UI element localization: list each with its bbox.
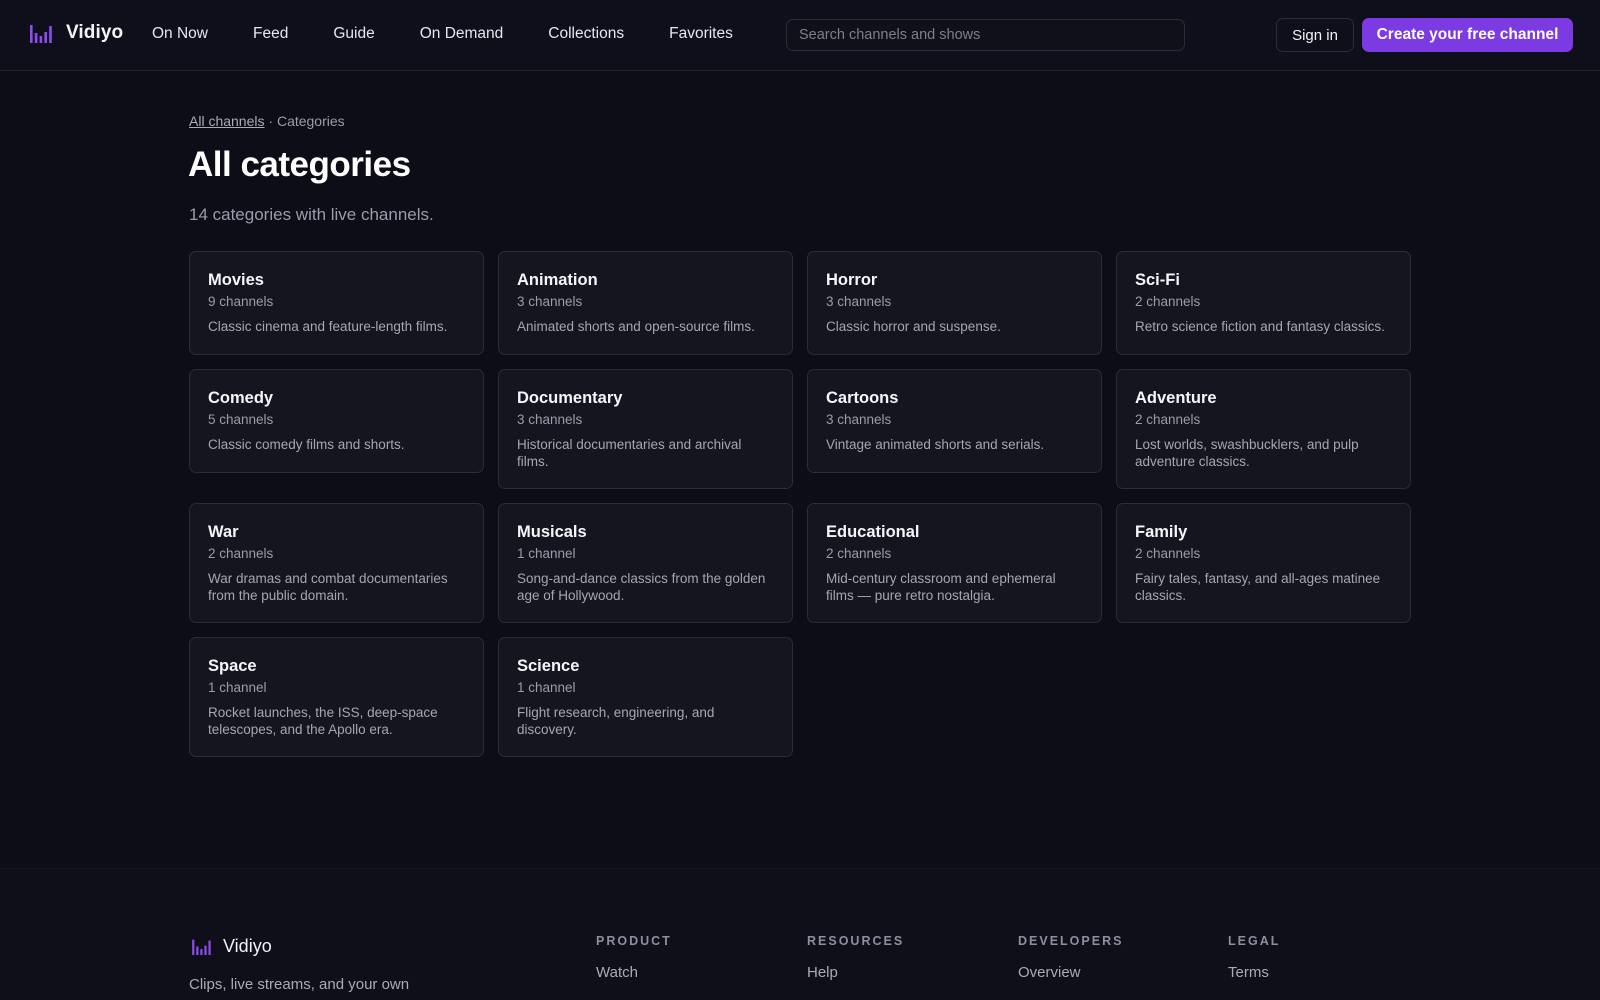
category-description: Animated shorts and open-source films. bbox=[517, 319, 755, 334]
nav-guide[interactable]: Guide bbox=[333, 25, 374, 43]
category-description: Flight research, engineering, and discov… bbox=[517, 705, 715, 737]
footer-link-terms[interactable]: Terms bbox=[1228, 964, 1280, 981]
category-description: Vintage animated shorts and serials. bbox=[826, 437, 1045, 452]
category-description: Classic comedy films and shorts. bbox=[208, 437, 405, 452]
category-title: Educational bbox=[826, 523, 920, 541]
category-channel-count: 3 channels bbox=[826, 294, 892, 309]
category-title: War bbox=[208, 523, 239, 541]
main-nav: On Now Feed Guide On Demand Collections … bbox=[152, 25, 778, 43]
footer-column-resources: RESOURCES Help bbox=[807, 934, 904, 981]
equalizer-bars-icon bbox=[30, 25, 52, 43]
category-card-science[interactable]: Science 1 channel Flight research, engin… bbox=[498, 637, 793, 757]
brand-home-link[interactable]: Vidiyo bbox=[30, 22, 123, 44]
breadcrumb-current: Categories bbox=[276, 113, 345, 129]
nav-collections[interactable]: Collections bbox=[548, 25, 624, 43]
create-channel-button[interactable]: Create your free channel bbox=[1362, 18, 1573, 52]
breadcrumb-all-channels-link[interactable]: All channels bbox=[189, 113, 265, 129]
category-description: Song-and-dance classics from the golden … bbox=[517, 571, 766, 603]
category-channel-count: 9 channels bbox=[208, 294, 274, 309]
category-channel-count: 2 channels bbox=[1135, 294, 1201, 309]
category-grid: Movies 9 channels Classic cinema and fea… bbox=[189, 251, 1411, 757]
footer-heading: RESOURCES bbox=[807, 934, 905, 948]
category-card-movies[interactable]: Movies 9 channels Classic cinema and fea… bbox=[189, 251, 484, 355]
footer-column-legal: LEGAL Terms bbox=[1228, 934, 1280, 981]
nav-favorites[interactable]: Favorites bbox=[669, 25, 733, 43]
category-card-horror[interactable]: Horror 3 channels Classic horror and sus… bbox=[807, 251, 1102, 355]
site-footer: Vidiyo Clips, live streams, and your own… bbox=[0, 868, 1600, 1000]
footer-brand-name: Vidiyo bbox=[223, 936, 272, 956]
page-title: All categories bbox=[188, 145, 411, 184]
nav-on-demand[interactable]: On Demand bbox=[420, 25, 504, 43]
page-subtitle: 14 categories with live channels. bbox=[189, 205, 434, 224]
search-input[interactable] bbox=[799, 27, 1184, 43]
footer-link-help[interactable]: Help bbox=[807, 964, 904, 981]
category-title: Comedy bbox=[208, 389, 274, 407]
footer-column-developers: DEVELOPERS Overview bbox=[1018, 934, 1123, 981]
category-description: Retro science fiction and fantasy classi… bbox=[1135, 319, 1385, 334]
footer-tagline: Clips, live streams, and your own bbox=[189, 976, 410, 993]
category-description: Rocket launches, the ISS, deep-space tel… bbox=[208, 705, 438, 737]
category-card-sci-fi[interactable]: Sci-Fi 2 channels Retro science fiction … bbox=[1116, 251, 1411, 355]
sign-in-button[interactable]: Sign in bbox=[1276, 18, 1354, 52]
category-channel-count: 3 channels bbox=[517, 294, 583, 309]
category-title: Musicals bbox=[517, 523, 587, 541]
category-title: Sci-Fi bbox=[1135, 271, 1180, 289]
category-channel-count: 5 channels bbox=[208, 412, 274, 427]
footer-link-watch[interactable]: Watch bbox=[596, 964, 672, 981]
category-card-comedy[interactable]: Comedy 5 channels Classic comedy films a… bbox=[189, 369, 484, 473]
brand-name: Vidiyo bbox=[66, 22, 124, 43]
category-channel-count: 2 channels bbox=[208, 546, 274, 561]
nav-feed[interactable]: Feed bbox=[253, 25, 288, 43]
category-card-space[interactable]: Space 1 channel Rocket launches, the ISS… bbox=[189, 637, 484, 757]
category-card-adventure[interactable]: Adventure 2 channels Lost worlds, swashb… bbox=[1116, 369, 1411, 489]
footer-column-product: PRODUCT Watch bbox=[596, 934, 672, 981]
category-description: War dramas and combat documentaries from… bbox=[208, 571, 448, 603]
category-channel-count: 2 channels bbox=[1135, 412, 1201, 427]
category-title: Adventure bbox=[1135, 389, 1217, 407]
category-title: Space bbox=[208, 657, 257, 675]
breadcrumb: All channels · Categories bbox=[189, 113, 345, 129]
category-description: Classic horror and suspense. bbox=[826, 319, 1001, 334]
category-title: Cartoons bbox=[826, 389, 899, 407]
category-card-war[interactable]: War 2 channels War dramas and combat doc… bbox=[189, 503, 484, 623]
footer-link-overview[interactable]: Overview bbox=[1018, 964, 1123, 981]
category-description: Historical documentaries and archival fi… bbox=[517, 437, 742, 469]
category-channel-count: 1 channel bbox=[517, 546, 576, 561]
top-navigation-bar: Vidiyo On Now Feed Guide On Demand Colle… bbox=[0, 0, 1600, 71]
category-channel-count: 1 channel bbox=[208, 680, 267, 695]
footer-brand[interactable]: Vidiyo bbox=[192, 936, 272, 957]
category-title: Horror bbox=[826, 271, 878, 289]
category-channel-count: 3 channels bbox=[826, 412, 892, 427]
category-description: Mid-century classroom and ephemeral film… bbox=[826, 571, 1056, 603]
category-card-cartoons[interactable]: Cartoons 3 channels Vintage animated sho… bbox=[807, 369, 1102, 473]
category-description: Classic cinema and feature-length films. bbox=[208, 319, 448, 334]
category-channel-count: 2 channels bbox=[826, 546, 892, 561]
search-box bbox=[786, 19, 1185, 51]
category-channel-count: 3 channels bbox=[517, 412, 583, 427]
category-title: Science bbox=[517, 657, 580, 675]
category-description: Lost worlds, swashbucklers, and pulp adv… bbox=[1135, 437, 1359, 469]
breadcrumb-separator: · bbox=[268, 113, 274, 129]
category-card-animation[interactable]: Animation 3 channels Animated shorts and… bbox=[498, 251, 793, 355]
footer-heading: DEVELOPERS bbox=[1018, 934, 1124, 948]
category-title: Family bbox=[1135, 523, 1188, 541]
category-title: Animation bbox=[517, 271, 598, 289]
category-description: Fairy tales, fantasy, and all-ages matin… bbox=[1135, 571, 1381, 603]
equalizer-bars-icon bbox=[192, 939, 211, 955]
category-title: Movies bbox=[208, 271, 264, 289]
footer-heading: PRODUCT bbox=[596, 934, 672, 948]
category-channel-count: 2 channels bbox=[1135, 546, 1201, 561]
category-card-educational[interactable]: Educational 2 channels Mid-century class… bbox=[807, 503, 1102, 623]
category-card-documentary[interactable]: Documentary 3 channels Historical docume… bbox=[498, 369, 793, 489]
category-card-musicals[interactable]: Musicals 1 channel Song-and-dance classi… bbox=[498, 503, 793, 623]
category-channel-count: 1 channel bbox=[517, 680, 576, 695]
category-card-family[interactable]: Family 2 channels Fairy tales, fantasy, … bbox=[1116, 503, 1411, 623]
footer-heading: LEGAL bbox=[1228, 934, 1281, 948]
category-title: Documentary bbox=[517, 389, 623, 407]
nav-on-now[interactable]: On Now bbox=[152, 25, 208, 43]
